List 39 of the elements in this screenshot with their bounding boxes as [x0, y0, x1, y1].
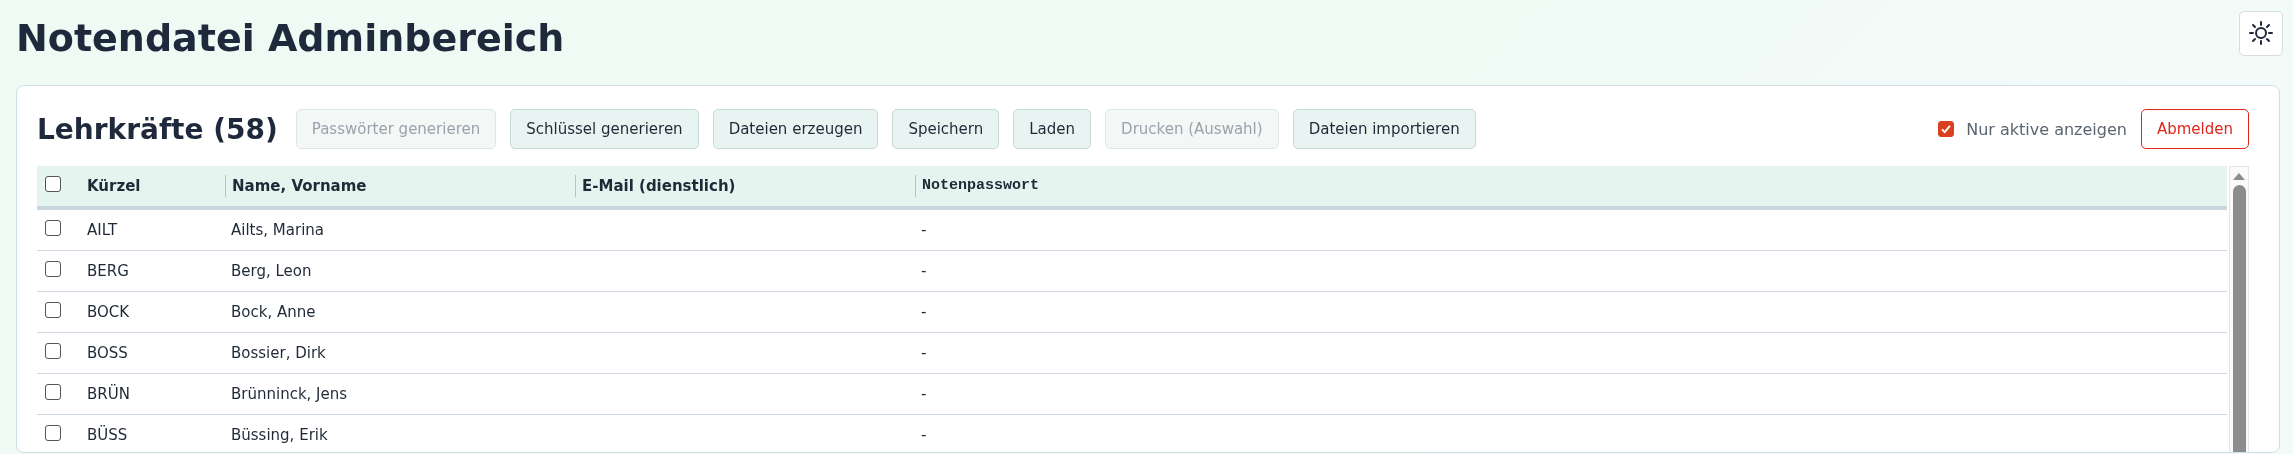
checkbox[interactable]: [45, 425, 61, 441]
table-cell-text: Brünninck, Jens: [230, 385, 348, 403]
table-cell-text: BRÜN: [86, 385, 130, 403]
logout-button[interactable]: Abmelden: [2140, 109, 2249, 149]
toolbar-button[interactable]: Dateien erzeugen: [712, 109, 879, 149]
page-title: Notendatei Adminbereich: [16, 16, 565, 60]
table-cell-text: -: [920, 426, 927, 444]
checkbox[interactable]: [45, 384, 61, 400]
toolbar-button[interactable]: Speichern: [892, 109, 1000, 149]
checkbox[interactable]: [45, 220, 61, 236]
table-cell-text: -: [920, 303, 927, 321]
checkbox[interactable]: [45, 343, 61, 359]
table-cell-text: Berg, Leon: [230, 262, 312, 280]
checkbox[interactable]: [45, 176, 61, 192]
checkbox[interactable]: [1938, 121, 1955, 137]
checkbox[interactable]: [45, 261, 61, 277]
table-cell-text: BOCK: [86, 303, 130, 321]
toolbar-button[interactable]: Dateien importieren: [1292, 109, 1476, 149]
checkbox[interactable]: [45, 302, 61, 318]
table-cell-text: BOSS: [86, 344, 128, 362]
table-cell-text: -: [920, 262, 927, 280]
filter-label: Nur aktive anzeigen: [1966, 119, 2127, 139]
theme-toggle-button[interactable]: [2239, 10, 2283, 56]
scrollbar[interactable]: [2229, 166, 2249, 452]
table-cell-text: BERG: [86, 262, 129, 280]
toolbar-button[interactable]: Schlüssel generieren: [510, 109, 699, 149]
table-cell-text: -: [920, 344, 927, 362]
table-cell-text: Bossier, Dirk: [230, 344, 326, 362]
sun-icon: [2248, 20, 2274, 46]
table-cell-text: Büssing, Erik: [230, 426, 328, 444]
table-cell-text: -: [920, 221, 927, 239]
scroll-up-icon[interactable]: [2232, 171, 2246, 181]
section-heading: Lehrkräfte (58): [37, 112, 278, 146]
table-cell-text: BÜSS: [86, 426, 128, 444]
table-cell-text: AILT: [86, 221, 118, 239]
toolbar-button[interactable]: Laden: [1013, 109, 1092, 149]
table-cell-text: -: [920, 385, 927, 403]
table-cell-text: Ailts, Marina: [230, 221, 324, 239]
table-cell-text: Bock, Anne: [230, 303, 316, 321]
